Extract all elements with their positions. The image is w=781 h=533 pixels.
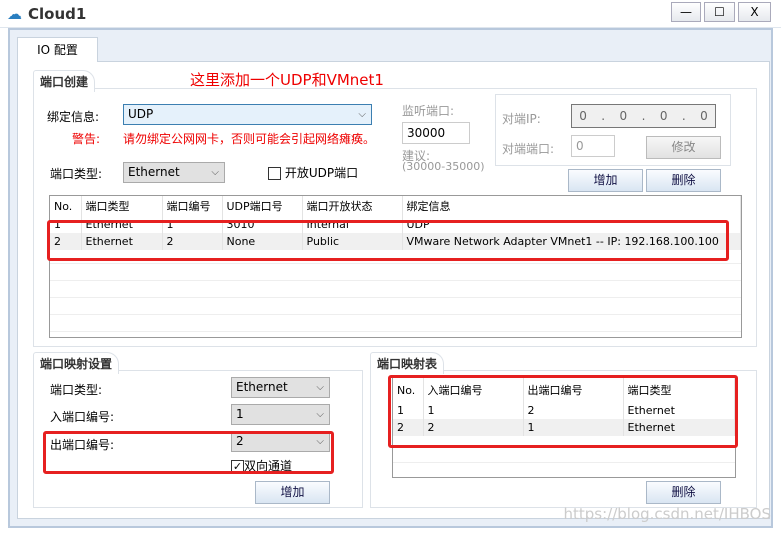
ip-octet: 0 (659, 109, 668, 123)
in-port-label: 入端口编号: (50, 410, 115, 424)
column-header[interactable]: UDP端口号 (222, 196, 303, 216)
add-mapping-button[interactable]: 增加 (255, 481, 330, 504)
suggest-range: (30000-35000) (402, 160, 485, 173)
open-udp-label: 开放UDP端口 (284, 166, 359, 180)
add-port-button[interactable]: 增加 (568, 169, 643, 192)
watermark: https://blog.csdn.net/IHBOS (563, 505, 771, 523)
tab-io-config[interactable]: IO 配置 (17, 37, 98, 62)
delete-port-button[interactable]: 删除 (646, 169, 721, 192)
ip-octet: 0 (619, 109, 628, 123)
highlight-box (47, 220, 729, 261)
ip-octet: 0 (700, 109, 708, 123)
peer-port-input[interactable]: 0 (571, 135, 615, 157)
map-type-value: Ethernet (236, 380, 288, 394)
warning-text: 请勿绑定公网网卡，否则可能会引起网络瘫痪。 (123, 132, 376, 146)
column-header[interactable]: 端口开放状态 (302, 196, 403, 216)
port-table: No. 端口类型 端口编号 UDP端口号 端口开放状态 绑定信息 1 Ethern… (49, 195, 742, 338)
maximize-button[interactable]: ☐ (704, 2, 735, 22)
peer-port-label: 对端端口: (502, 142, 555, 156)
in-port-value: 1 (236, 407, 244, 421)
column-header[interactable]: 端口编号 (162, 196, 223, 216)
cloud-icon: ☁ (7, 5, 22, 23)
title-bar: ☁ Cloud1 — ☐ X (0, 0, 781, 28)
map-type-label: 端口类型: (50, 383, 103, 397)
port-type-value: Ethernet (128, 165, 180, 179)
close-button[interactable]: X (738, 2, 771, 22)
column-header[interactable]: 绑定信息 (402, 196, 741, 216)
port-type-label: 端口类型: (50, 167, 103, 181)
open-udp-checkbox[interactable]: 开放UDP端口 (268, 164, 358, 181)
bind-label: 绑定信息: (47, 110, 100, 124)
table-header: No. 端口类型 端口编号 UDP端口号 端口开放状态 绑定信息 (50, 196, 741, 216)
peer-ip-input[interactable]: 0.0.0.0 (571, 104, 716, 128)
annotation-text: 这里添加一个UDP和VMnet1 (190, 71, 384, 89)
chevron-down-icon: ⌵ (316, 382, 324, 393)
bind-value: UDP (128, 107, 154, 121)
bind-select[interactable]: UDP ⌵ (123, 104, 372, 125)
chevron-down-icon: ⌵ (316, 409, 324, 420)
listen-port-label: 监听端口: (402, 104, 455, 118)
highlight-box (43, 431, 334, 474)
highlight-box (388, 375, 738, 448)
window-title: Cloud1 (28, 5, 87, 23)
mapping-settings-label: 端口映射设置 (33, 352, 120, 374)
listen-port-input[interactable]: 30000 (402, 122, 470, 144)
port-create-label: 端口创建 (33, 70, 96, 92)
chevron-down-icon: ⌵ (211, 167, 219, 178)
port-type-select[interactable]: Ethernet ⌵ (123, 162, 225, 183)
column-header[interactable]: No. (50, 196, 82, 216)
ip-octet: 0 (579, 109, 587, 123)
map-type-select[interactable]: Ethernet ⌵ (231, 377, 330, 398)
checkbox-icon (268, 167, 281, 180)
warning-label: 警告: (72, 132, 101, 146)
chevron-down-icon: ⌵ (358, 109, 366, 120)
in-port-select[interactable]: 1 ⌵ (231, 404, 330, 425)
mapping-table-label: 端口映射表 (370, 352, 445, 374)
column-header[interactable]: 端口类型 (81, 196, 163, 216)
delete-mapping-button[interactable]: 删除 (646, 481, 721, 504)
minimize-button[interactable]: — (671, 2, 701, 22)
modify-button[interactable]: 修改 (646, 136, 721, 159)
peer-ip-label: 对端IP: (502, 112, 541, 126)
